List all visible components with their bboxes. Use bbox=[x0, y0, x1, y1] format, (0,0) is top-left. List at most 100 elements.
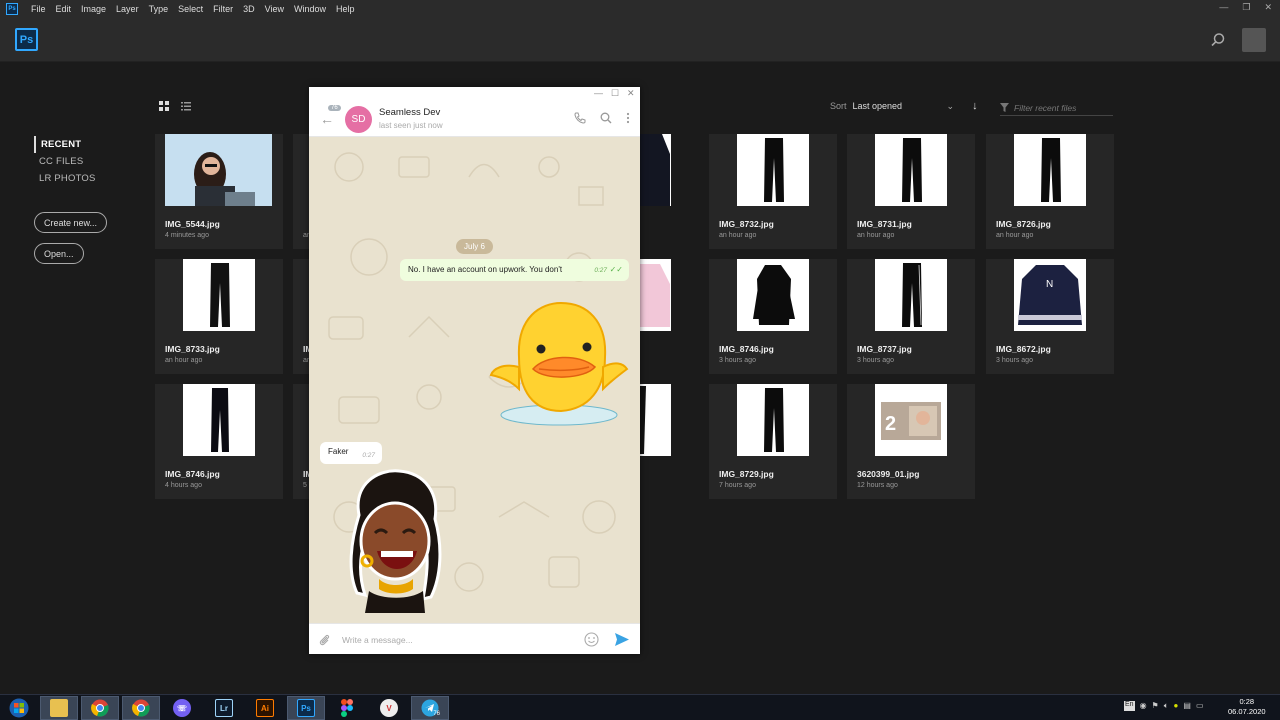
menu-3d[interactable]: 3D bbox=[238, 4, 260, 14]
taskbar-photoshop[interactable]: Ps bbox=[287, 696, 325, 720]
file-thumbnail bbox=[183, 259, 255, 331]
minimize-icon[interactable]: — bbox=[594, 88, 603, 98]
nav-cc-files[interactable]: CC FILES bbox=[34, 153, 96, 170]
send-icon[interactable] bbox=[614, 632, 630, 647]
incoming-message[interactable]: Faker 0:27 bbox=[320, 442, 382, 464]
message-input[interactable] bbox=[342, 632, 572, 647]
more-options-icon[interactable] bbox=[626, 112, 630, 124]
system-tray: En ◉ ⚑ 🔈︎ ● ▤ ▭ bbox=[1124, 701, 1204, 711]
file-tile[interactable]: IMG_8737.jpg 3 hours ago bbox=[847, 259, 975, 374]
file-time: 4 minutes ago bbox=[165, 232, 209, 239]
file-tile[interactable]: IMG_8731.jpg an hour ago bbox=[847, 134, 975, 249]
file-thumbnail bbox=[737, 259, 809, 331]
taskbar-vivaldi[interactable]: V bbox=[370, 696, 408, 720]
chrome-icon bbox=[91, 699, 109, 717]
user-avatar[interactable] bbox=[1242, 28, 1266, 52]
file-tile[interactable]: IMG_5544.jpg 4 minutes ago bbox=[155, 134, 283, 249]
grid-view-icon[interactable] bbox=[159, 101, 169, 111]
menu-select[interactable]: Select bbox=[173, 4, 208, 14]
file-tile[interactable]: IMG_8746.jpg 4 hours ago bbox=[155, 384, 283, 499]
menu-edit[interactable]: Edit bbox=[51, 4, 77, 14]
language-indicator[interactable]: En bbox=[1124, 701, 1135, 711]
menu-filter[interactable]: Filter bbox=[208, 4, 238, 14]
telegram-unread-badge: 76 bbox=[433, 711, 440, 717]
menu-image[interactable]: Image bbox=[76, 4, 111, 14]
list-view-icon[interactable] bbox=[181, 101, 191, 111]
windows-start-icon bbox=[9, 698, 29, 718]
network-status-icon[interactable]: ◉ bbox=[1140, 701, 1147, 711]
file-tile[interactable]: IMG_8726.jpg an hour ago bbox=[986, 134, 1114, 249]
sort-select[interactable]: Last opened bbox=[853, 101, 941, 111]
taskbar-chrome-2[interactable] bbox=[122, 696, 160, 720]
menu-window[interactable]: Window bbox=[289, 4, 331, 14]
taskbar-telegram[interactable]: 76 bbox=[411, 696, 449, 720]
menu-help[interactable]: Help bbox=[331, 4, 360, 14]
chevron-down-icon[interactable]: ⌄ bbox=[947, 101, 955, 112]
menu-view[interactable]: View bbox=[260, 4, 289, 14]
nav-recent[interactable]: RECENT bbox=[34, 136, 96, 153]
taskbar-figma[interactable] bbox=[328, 696, 366, 720]
taskbar-explorer[interactable] bbox=[40, 696, 78, 720]
taskbar-chrome[interactable] bbox=[81, 696, 119, 720]
file-tile[interactable]: IMG_8746.jpg 3 hours ago bbox=[709, 259, 837, 374]
svg-text:N: N bbox=[1046, 279, 1053, 290]
taskbar-illustrator[interactable]: Ai bbox=[246, 696, 284, 720]
close-icon[interactable]: ✕ bbox=[627, 88, 635, 99]
file-thumbnail[interactable] bbox=[640, 134, 671, 206]
file-thumbnail bbox=[737, 384, 809, 456]
maximize-icon[interactable]: ☐ bbox=[611, 88, 619, 99]
menu-file[interactable]: File bbox=[26, 4, 51, 14]
volume-icon[interactable]: 🔈︎ bbox=[1164, 701, 1169, 711]
file-tile[interactable]: 2 3620399_01.jpg 12 hours ago bbox=[847, 384, 975, 499]
close-icon[interactable]: ✕ bbox=[1264, 2, 1272, 13]
power-icon[interactable]: ▭ bbox=[1196, 701, 1204, 711]
message-text: No. I have an account on upwork. You don… bbox=[408, 265, 563, 274]
network-icon[interactable]: ▤ bbox=[1183, 701, 1191, 711]
menu-layer[interactable]: Layer bbox=[111, 4, 144, 14]
unread-badge: 76 bbox=[328, 105, 341, 111]
outgoing-message[interactable]: No. I have an account on upwork. You don… bbox=[400, 259, 629, 281]
file-time: an hour ago bbox=[719, 232, 757, 239]
sort-control: Sort Last opened ⌄ ↓ bbox=[830, 100, 978, 112]
emoji-icon[interactable] bbox=[584, 632, 599, 647]
file-thumbnail: N bbox=[1014, 259, 1086, 331]
antivirus-icon[interactable]: ● bbox=[1174, 701, 1179, 711]
photoshop-logo[interactable]: Ps bbox=[15, 28, 38, 51]
filter-recent-files[interactable]: Filter recent files bbox=[1000, 100, 1113, 116]
message-time: 0:27 bbox=[594, 267, 607, 274]
open-button[interactable]: Open... bbox=[34, 243, 84, 264]
file-thumbnail[interactable] bbox=[640, 259, 671, 331]
folder-icon bbox=[50, 699, 68, 717]
clock[interactable]: 0:28 06.07.2020 bbox=[1228, 697, 1266, 717]
taskbar-viber[interactable]: ☏ bbox=[163, 696, 201, 720]
girl-sticker[interactable] bbox=[339, 467, 449, 615]
search-icon[interactable] bbox=[600, 112, 612, 124]
flag-icon[interactable]: ⚑ bbox=[1152, 701, 1159, 711]
file-tile[interactable]: IMG_8733.jpg an hour ago bbox=[155, 259, 283, 374]
back-arrow-icon[interactable]: ← bbox=[320, 111, 334, 127]
contact-name[interactable]: Seamless Dev bbox=[379, 107, 440, 118]
file-thumbnail bbox=[875, 259, 947, 331]
file-name: IMG_8726.jpg bbox=[996, 219, 1051, 229]
file-tile[interactable]: IMG_8729.jpg 7 hours ago bbox=[709, 384, 837, 499]
create-new-button[interactable]: Create new... bbox=[34, 212, 108, 233]
file-tile[interactable]: N IMG_8672.jpg 3 hours ago bbox=[986, 259, 1114, 374]
file-thumbnail[interactable] bbox=[640, 384, 671, 456]
nav-lr-photos[interactable]: LR PHOTOS bbox=[34, 170, 96, 187]
duck-sticker[interactable] bbox=[489, 297, 629, 429]
chat-area[interactable]: July 6 No. I have an account on upwork. … bbox=[309, 137, 640, 623]
sort-direction-icon[interactable]: ↓ bbox=[972, 100, 978, 112]
ps-app-icon: Ps bbox=[6, 3, 18, 15]
restore-icon[interactable]: ❐ bbox=[1242, 2, 1250, 13]
start-button[interactable] bbox=[2, 696, 36, 720]
file-tile[interactable]: IMG_8732.jpg an hour ago bbox=[709, 134, 837, 249]
chrome-icon bbox=[132, 699, 150, 717]
avatar[interactable]: SD bbox=[345, 106, 372, 133]
attach-icon[interactable] bbox=[318, 633, 331, 646]
phone-icon[interactable] bbox=[574, 112, 586, 124]
menu-type[interactable]: Type bbox=[144, 4, 174, 14]
telegram-titlebar: — ☐ ✕ bbox=[309, 87, 640, 101]
taskbar-lightroom[interactable]: Lr bbox=[205, 696, 243, 720]
minimize-icon[interactable]: — bbox=[1219, 2, 1228, 13]
search-icon[interactable] bbox=[1210, 32, 1226, 48]
